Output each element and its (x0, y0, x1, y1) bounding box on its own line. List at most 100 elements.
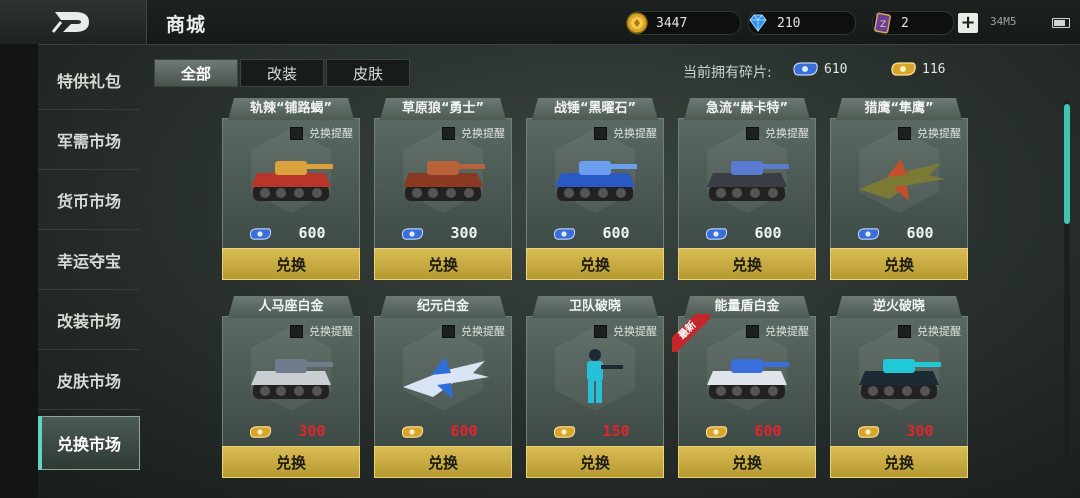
exchange-button[interactable]: 兑换 (830, 446, 968, 478)
item-name: 急流“赫卡特” (684, 98, 810, 120)
scrollbar-thumb[interactable] (1064, 104, 1070, 224)
reminder-checkbox[interactable] (594, 324, 607, 338)
sidebar: 特供礼包 军需市场 货币市场 幸运夺宝 改装市场 皮肤市场 兑换市场 (38, 50, 140, 470)
reminder-label: 兑换提醒 (461, 325, 505, 338)
reminder-checkbox[interactable] (290, 126, 303, 140)
exchange-button[interactable]: 兑换 (678, 248, 816, 280)
reminder-checkbox[interactable] (290, 324, 303, 338)
reminder-label: 兑换提醒 (917, 127, 961, 140)
exchange-reminder[interactable]: 兑换提醒 (898, 125, 961, 141)
item-preview[interactable]: 兑换提醒 600 (678, 118, 816, 250)
sidebar-edge (0, 44, 38, 498)
item-card: 兑换提醒 600 猎鹰“隼鹰” 兑换 (830, 98, 968, 282)
gold-shard-icon (705, 426, 728, 438)
exchange-reminder[interactable]: 兑换提醒 (594, 323, 657, 339)
exchange-reminder[interactable]: 兑换提醒 (290, 125, 353, 141)
item-price: 300 (450, 224, 478, 242)
plane-white-image (403, 357, 489, 399)
reminder-checkbox[interactable] (594, 126, 607, 140)
gold-shard-value: 116 (922, 61, 946, 77)
item-card: 兑换提醒 600 轨辣“铺路蝎” 兑换 (222, 98, 360, 282)
item-name: 轨辣“铺路蝎” (228, 98, 354, 120)
sidebar-item-mod-market[interactable]: 改装市场 (38, 290, 140, 350)
item-card: 兑换提醒 300 逆火破晓 兑换 (830, 296, 968, 480)
back-icon (51, 12, 89, 33)
item-preview[interactable]: 兑换提醒 600 (222, 118, 360, 250)
tab-all[interactable]: 全部 (154, 59, 238, 87)
exchange-button[interactable]: 兑换 (830, 248, 968, 280)
price-row: 600 (679, 223, 815, 243)
reminder-label: 兑换提醒 (309, 325, 353, 338)
exchange-reminder[interactable]: 兑换提醒 (746, 125, 809, 141)
reminder-checkbox[interactable] (442, 324, 455, 338)
exchange-button[interactable]: 兑换 (374, 446, 512, 478)
item-preview[interactable]: 兑换提醒 600 (830, 118, 968, 250)
sidebar-item-exchange-market[interactable]: 兑换市场 (38, 416, 140, 470)
exchange-button[interactable]: 兑换 (526, 248, 664, 280)
shards-label: 当前拥有碎片: (683, 65, 772, 81)
jet-image (859, 159, 945, 201)
exchange-reminder[interactable]: 兑换提醒 (898, 323, 961, 339)
soldier-image (587, 349, 623, 403)
price-row: 600 (831, 223, 967, 243)
reminder-label: 兑换提醒 (613, 127, 657, 140)
new-ribbon: 最新 (672, 314, 710, 352)
exchange-button[interactable]: 兑换 (678, 446, 816, 478)
reminder-checkbox[interactable] (746, 126, 759, 140)
price-row: 600 (527, 223, 663, 243)
tank-rust-image (403, 161, 485, 201)
item-name: 卫队破晓 (532, 296, 658, 318)
item-price: 150 (602, 422, 630, 440)
item-price: 600 (906, 224, 934, 242)
tab-skins[interactable]: 皮肤 (326, 59, 410, 87)
exchange-reminder[interactable]: 兑换提醒 (442, 125, 505, 141)
exchange-reminder[interactable]: 兑换提醒 (594, 125, 657, 141)
sidebar-item-special-pack[interactable]: 特供礼包 (38, 50, 140, 110)
reminder-checkbox[interactable] (442, 126, 455, 140)
price-row: 300 (223, 421, 359, 441)
back-button[interactable] (0, 0, 147, 44)
exchange-button[interactable]: 兑换 (222, 446, 360, 478)
reminder-checkbox[interactable] (898, 126, 911, 140)
filter-tabs: 全部 改装 皮肤 (154, 59, 412, 87)
exchange-button[interactable]: 兑换 (222, 248, 360, 280)
item-name: 草原狼“勇士” (380, 98, 506, 120)
price-row: 300 (831, 421, 967, 441)
exchange-reminder[interactable]: 兑换提醒 (442, 323, 505, 339)
reminder-label: 兑换提醒 (765, 127, 809, 140)
network-status: 34M5 (990, 15, 1017, 28)
card-counter[interactable]: Z 2 (872, 11, 954, 35)
add-currency-button[interactable]: + (958, 13, 978, 33)
item-preview[interactable]: 兑换提醒 150 (526, 316, 664, 448)
reminder-checkbox[interactable] (898, 324, 911, 338)
item-price: 600 (754, 422, 782, 440)
diamond-counter[interactable]: 210 (748, 11, 856, 35)
item-preview[interactable]: 兑换提醒 600 (374, 316, 512, 448)
tab-mods[interactable]: 改装 (240, 59, 324, 87)
item-preview[interactable]: 兑换提醒 300 (374, 118, 512, 250)
blue-shard-value: 610 (824, 61, 848, 77)
sidebar-item-skin-market[interactable]: 皮肤市场 (38, 350, 140, 410)
item-card: 兑换提醒 600 急流“赫卡特” 兑换 (678, 98, 816, 282)
exchange-button[interactable]: 兑换 (374, 248, 512, 280)
sidebar-item-currency-market[interactable]: 货币市场 (38, 170, 140, 230)
sidebar-item-military-market[interactable]: 军需市场 (38, 110, 140, 170)
exchange-reminder[interactable]: 兑换提醒 (746, 323, 809, 339)
price-row: 600 (679, 421, 815, 441)
page-title: 商城 (166, 14, 207, 36)
exchange-reminder[interactable]: 兑换提醒 (290, 323, 353, 339)
item-preview[interactable]: 兑换提醒 600 (526, 118, 664, 250)
item-name: 人马座白金 (228, 296, 354, 318)
sidebar-item-lucky-draw[interactable]: 幸运夺宝 (38, 230, 140, 290)
item-card: 兑换提醒 300 草原狼“勇士” 兑换 (374, 98, 512, 282)
blue-shard-icon (249, 228, 272, 240)
diamond-icon (747, 12, 769, 34)
exchange-button[interactable]: 兑换 (526, 446, 664, 478)
gold-counter[interactable]: 3447 (626, 11, 741, 35)
item-card: 兑换提醒 300 人马座白金 兑换 (222, 296, 360, 480)
card-value: 2 (901, 15, 909, 31)
item-preview[interactable]: 兑换提醒 300 (222, 316, 360, 448)
reminder-checkbox[interactable] (746, 324, 759, 338)
item-preview[interactable]: 兑换提醒 300 (830, 316, 968, 448)
top-bar: 商城 3447 210 Z 2 + 34M5 (0, 0, 1080, 45)
